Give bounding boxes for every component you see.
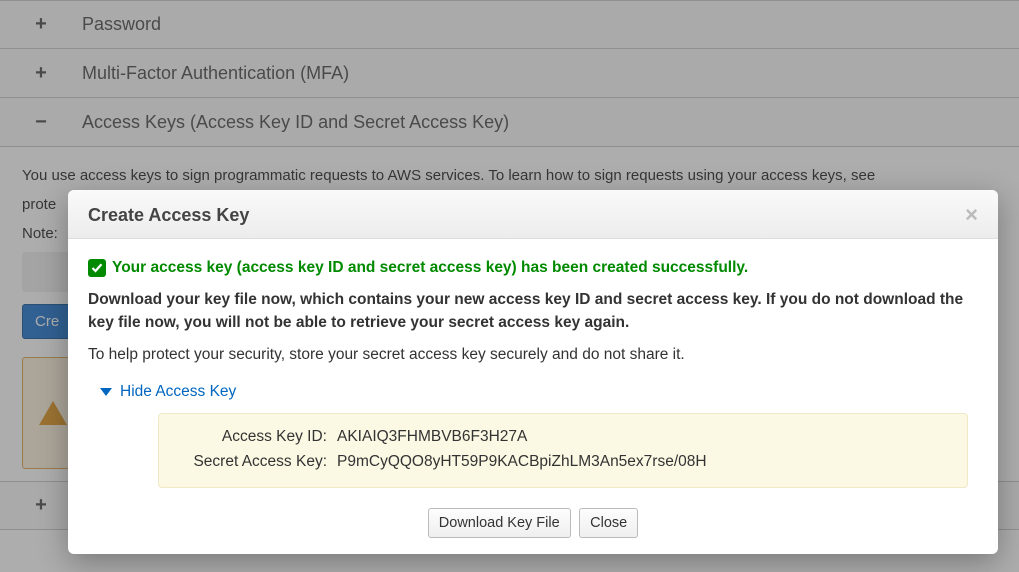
accordion-item-password[interactable]: + Password	[0, 0, 1019, 49]
download-warning-text: Download your key file now, which contai…	[88, 289, 978, 334]
success-text: Your access key (access key ID and secre…	[112, 257, 748, 279]
secret-access-key-value: P9mCyQQO8yHT59P9KACBpiZhLM3An5ex7rse/08H	[337, 451, 707, 473]
close-button[interactable]: Close	[579, 508, 638, 538]
accordion-item-access-keys[interactable]: − Access Keys (Access Key ID and Secret …	[0, 98, 1019, 147]
page-root: + Password + Multi-Factor Authentication…	[0, 0, 1019, 572]
triangle-down-icon	[100, 388, 112, 396]
access-key-id-value: AKIAIQ3FHMBVB6F3H27A	[337, 426, 527, 448]
close-icon[interactable]: ×	[965, 204, 978, 226]
access-key-id-row: Access Key ID: AKIAIQ3FHMBVB6F3H27A	[177, 426, 949, 448]
plus-icon: +	[30, 62, 52, 85]
modal-header: Create Access Key ×	[68, 190, 998, 239]
plus-icon: +	[30, 494, 52, 517]
success-message: Your access key (access key ID and secre…	[88, 257, 978, 279]
toggle-label: Hide Access Key	[120, 381, 236, 403]
access-key-id-label: Access Key ID:	[177, 426, 327, 448]
access-key-values-box: Access Key ID: AKIAIQ3FHMBVB6F3H27A Secr…	[158, 413, 968, 488]
minus-icon: −	[30, 111, 52, 134]
warning-triangle-icon	[39, 401, 67, 425]
secret-access-key-label: Secret Access Key:	[177, 451, 327, 473]
accordion-label: Multi-Factor Authentication (MFA)	[82, 63, 349, 84]
modal-footer: Download Key File Close	[68, 502, 998, 554]
modal-title: Create Access Key	[88, 205, 249, 226]
secret-access-key-row: Secret Access Key: P9mCyQQO8yHT59P9KACBp…	[177, 451, 949, 473]
create-access-key-modal: Create Access Key × Your access key (acc…	[68, 190, 998, 554]
hide-access-key-toggle[interactable]: Hide Access Key	[100, 381, 978, 403]
panel-intro-text: You use access keys to sign programmatic…	[22, 165, 997, 186]
accordion-label: Access Keys (Access Key ID and Secret Ac…	[82, 112, 509, 133]
accordion-label: Password	[82, 14, 161, 35]
modal-body: Your access key (access key ID and secre…	[68, 239, 998, 502]
accordion-item-mfa[interactable]: + Multi-Factor Authentication (MFA)	[0, 49, 1019, 98]
plus-icon: +	[30, 13, 52, 36]
download-key-file-button[interactable]: Download Key File	[428, 508, 571, 538]
check-icon	[88, 259, 106, 277]
security-help-text: To help protect your security, store you…	[88, 344, 978, 366]
create-access-key-button[interactable]: Cre	[22, 304, 72, 339]
